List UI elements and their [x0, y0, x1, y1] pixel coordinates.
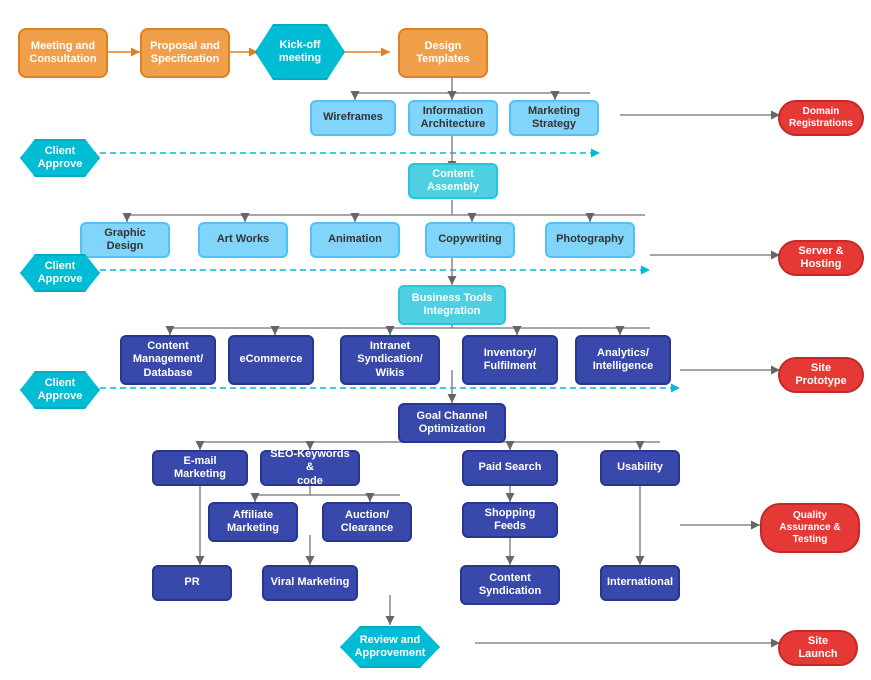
intranet-node: IntranetSyndication/Wikis — [340, 335, 440, 385]
review-node: Review andApprovement — [340, 625, 440, 669]
shopping-feeds-node: Shopping Feeds — [462, 502, 558, 538]
inventory-node: Inventory/Fulfilment — [462, 335, 558, 385]
usability-node: Usability — [600, 450, 680, 486]
goal-channel-node: Goal ChannelOptimization — [398, 403, 506, 443]
info-arch-node: InformationArchitecture — [408, 100, 498, 136]
business-tools-node: Business ToolsIntegration — [398, 285, 506, 325]
auction-node: Auction/Clearance — [322, 502, 412, 542]
seo-node: SEO-Keywords &code — [260, 450, 360, 486]
pr-node: PR — [152, 565, 232, 601]
copywriting-node: Copywriting — [425, 222, 515, 258]
viral-marketing-node: Viral Marketing — [262, 565, 358, 601]
qa-testing-node: QualityAssurance &Testing — [760, 503, 860, 553]
email-marketing-node: E-mail Marketing — [152, 450, 248, 486]
content-assembly-node: ContentAssembly — [408, 163, 498, 199]
meeting-node: Meeting andConsultation — [18, 28, 108, 78]
server-hosting-node: Server & Hosting — [778, 240, 864, 276]
cms-node: ContentManagement/Database — [120, 335, 216, 385]
affiliate-node: AffiliateMarketing — [208, 502, 298, 542]
photography-node: Photography — [545, 222, 635, 258]
diagram: Meeting andConsultation Proposal andSpec… — [0, 0, 871, 680]
client-approve-1: ClientApprove — [20, 138, 100, 178]
art-works-node: Art Works — [198, 222, 288, 258]
content-syndication-node: ContentSyndication — [460, 565, 560, 605]
marketing-strategy-node: MarketingStrategy — [509, 100, 599, 136]
client-approve-2: ClientApprove — [20, 253, 100, 293]
wireframes-node: Wireframes — [310, 100, 396, 136]
ecommerce-node: eCommerce — [228, 335, 314, 385]
kickoff-node: Kick-offmeeting — [255, 22, 345, 82]
design-templates-node: DesignTemplates — [398, 28, 488, 78]
paid-search-node: Paid Search — [462, 450, 558, 486]
client-approve-3: ClientApprove — [20, 370, 100, 410]
domain-reg-node: DomainRegistrations — [778, 100, 864, 136]
site-launch-node: Site Launch — [778, 630, 858, 666]
analytics-node: Analytics/Intelligence — [575, 335, 671, 385]
proposal-node: Proposal andSpecification — [140, 28, 230, 78]
international-node: International — [600, 565, 680, 601]
site-prototype-node: Site Prototype — [778, 357, 864, 393]
animation-node: Animation — [310, 222, 400, 258]
